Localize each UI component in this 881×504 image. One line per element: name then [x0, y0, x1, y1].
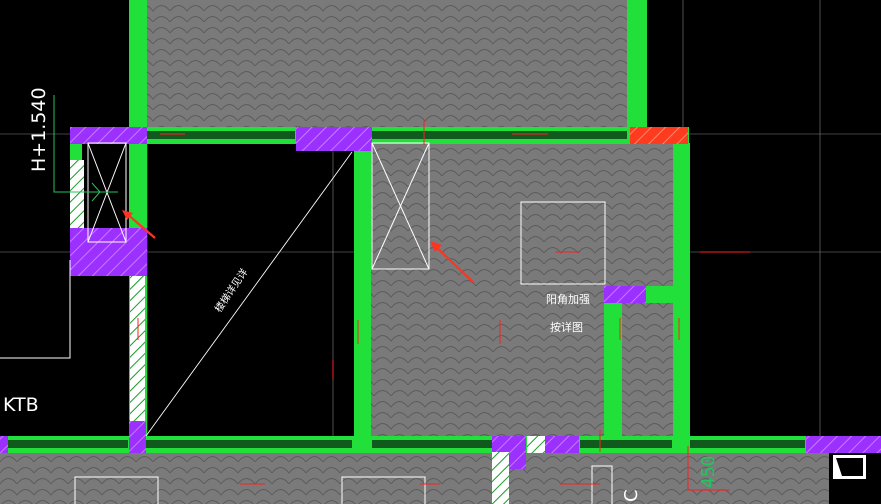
corner-block	[833, 455, 866, 479]
dimension-value: 450	[698, 455, 719, 488]
cad-drawing-canvas[interactable]: H+1.540 楼梯详见详 阳角加强 按详图 KTB 450 C	[0, 0, 881, 504]
stair-diagonal	[145, 151, 353, 437]
elevation-label: H+1.540	[28, 87, 50, 172]
corner-note-line1: 阳角加强	[546, 293, 590, 306]
bottom-slab-left	[0, 452, 492, 504]
partial-label: C	[621, 489, 642, 502]
corner-note-line2: 按详图	[550, 320, 583, 334]
outline-lines	[0, 260, 71, 359]
bottom-slab-right	[509, 452, 829, 504]
top-slab	[146, 0, 632, 127]
elevation-marker	[53, 95, 118, 202]
room-tag: KTB	[3, 394, 39, 416]
stair-note: 楼梯详见详	[212, 266, 251, 315]
